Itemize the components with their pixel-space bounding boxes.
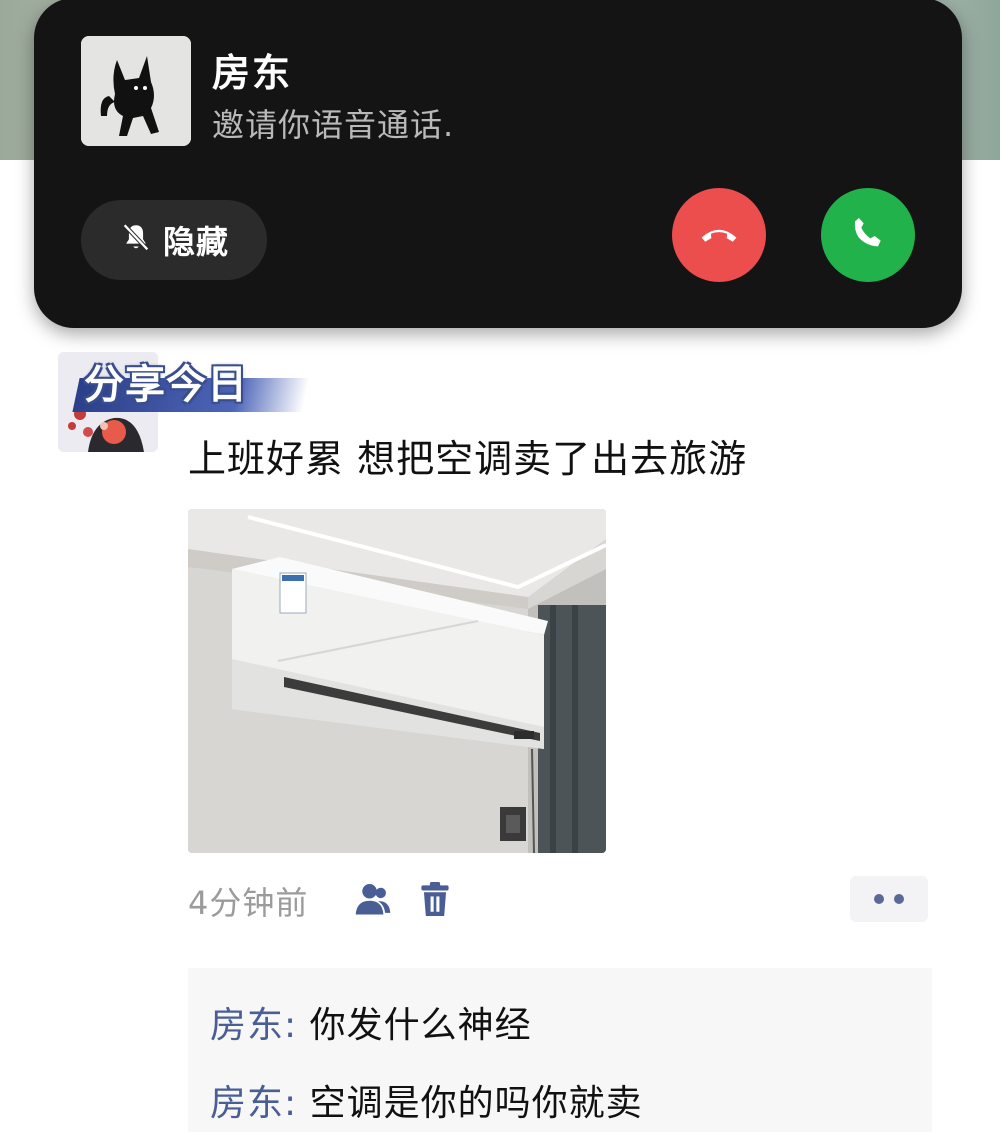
decline-call-button[interactable] [672, 188, 766, 282]
more-actions-button[interactable] [850, 876, 928, 922]
phone-icon [848, 213, 888, 257]
bell-off-icon [119, 221, 153, 259]
avatar-caption: 分享今日 [84, 362, 248, 408]
comment-separator: : [284, 1005, 310, 1046]
comment-author[interactable]: 房东 [210, 1005, 284, 1046]
post-text: 上班好累 想把空调卖了出去旅游 [188, 437, 748, 481]
more-icon-dot [894, 894, 904, 904]
comment-text: 你发什么神经 [309, 1005, 532, 1046]
comment-author[interactable]: 房东 [210, 1083, 284, 1124]
comment-separator: : [284, 1083, 310, 1124]
caller-avatar [81, 36, 191, 146]
comment-item[interactable]: 房东: 空调是你的吗你就卖 [210, 1074, 643, 1126]
comments-section: 房东: 你发什么神经 房东: 空调是你的吗你就卖 [188, 968, 932, 1132]
comment-text: 空调是你的吗你就卖 [309, 1083, 643, 1124]
accept-call-button[interactable] [821, 188, 915, 282]
more-icon [874, 894, 884, 904]
people-icon[interactable] [352, 880, 394, 922]
comment-item[interactable]: 房东: 你发什么神经 [210, 996, 532, 1048]
hide-call-button[interactable]: 隐藏 [81, 200, 267, 280]
post-timestamp: 4分钟前 [188, 884, 309, 922]
post-image-air-conditioner[interactable] [188, 509, 606, 853]
incoming-call-banner[interactable]: 房东 邀请你语音通话. 隐藏 [34, 0, 962, 328]
trash-icon[interactable] [418, 880, 452, 922]
hide-call-label: 隐藏 [162, 223, 229, 261]
caller-name: 房东 [212, 51, 293, 95]
call-status-text: 邀请你语音通话. [212, 106, 455, 144]
phone-hangup-icon [697, 211, 741, 259]
